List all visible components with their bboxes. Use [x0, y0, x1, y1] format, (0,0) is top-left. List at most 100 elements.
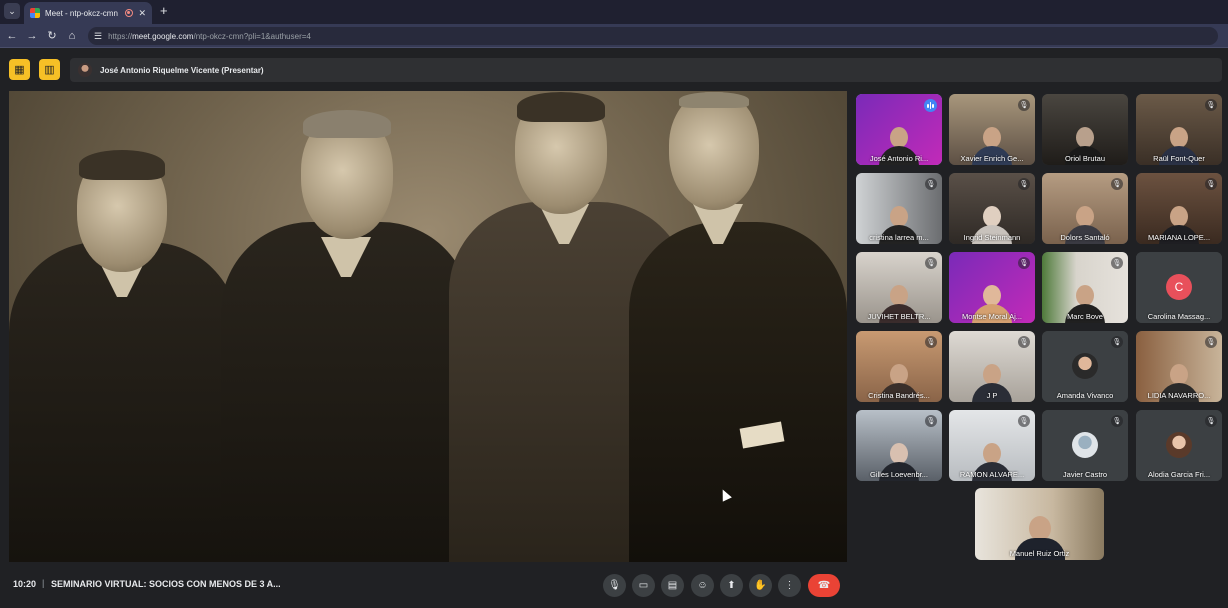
participant-tile[interactable]: Oriol Brutau [1042, 94, 1128, 165]
mic-off-icon: 🎙 [1205, 99, 1217, 111]
url-field[interactable]: ☰ https://meet.google.com/ntp-okcz-cmn?p… [88, 27, 1218, 45]
mic-button[interactable]: 🎙 [603, 574, 626, 597]
tab-title: Meet - ntp-okcz-cmn [45, 8, 118, 18]
new-tab-icon[interactable]: + [160, 3, 168, 19]
participant-name: Cristina Bandrés... [868, 391, 930, 400]
camera-icon: ▭ [638, 580, 649, 591]
participant-tile[interactable]: 🎙 Raül Font-Quer [1136, 94, 1222, 165]
mic-off-icon: 🎙 [1111, 336, 1123, 348]
participant-name: Carolina Massag... [1147, 312, 1211, 321]
mic-off-icon: 🎙 [1018, 257, 1030, 269]
participant-name: Gilles Loevenbr... [870, 470, 928, 479]
more-options-button[interactable]: ⋮ [778, 574, 801, 597]
mic-off-icon: 🎙 [1111, 178, 1123, 190]
shared-screen [9, 91, 847, 562]
end-call-button[interactable]: ☎ [808, 574, 840, 597]
participant-tile[interactable]: 🎙 cristina larrea m... [856, 173, 942, 244]
participant-tile[interactable]: 🎙 Xavier Enrich Ge... [949, 94, 1035, 165]
mic-off-icon: 🎙 [925, 257, 937, 269]
participant-name: Amanda Vivanco [1056, 391, 1114, 400]
participant-tile[interactable]: 🎙 Amanda Vivanco [1042, 331, 1128, 402]
browser-tab[interactable]: Meet - ntp-okcz-cmn ✕ [24, 2, 152, 24]
photo-figure [629, 92, 847, 562]
participant-tile[interactable]: 🎙 MARIANA LOPE... [1136, 173, 1222, 244]
url-text: https://meet.google.com/ntp-okcz-cmn?pli… [108, 31, 311, 41]
forward-icon[interactable]: → [25, 28, 39, 44]
close-tab-icon[interactable]: ✕ [138, 8, 146, 19]
meeting-time: 10:20 [13, 579, 37, 589]
present-icon: ⬆ [727, 580, 736, 591]
emoji-button[interactable]: ☺ [691, 574, 714, 597]
more-icon: ⋮ [784, 580, 795, 591]
participant-name: Raül Font-Quer [1153, 154, 1205, 163]
speaking-indicator-icon [924, 99, 937, 112]
captions-icon: ▤ [667, 580, 678, 591]
mic-off-icon: 🎙 [1018, 178, 1030, 190]
mic-off-icon: 🎙 [1018, 99, 1030, 111]
participant-name: Alodia Garcia Fri... [1147, 470, 1211, 479]
participant-name: Xavier Enrich Ge... [960, 154, 1024, 163]
participant-initial-avatar: C [1166, 274, 1192, 300]
participant-name: Javier Castro [1062, 470, 1108, 479]
address-bar: ← → ↻ ⌂ ☰ https://meet.google.com/ntp-ok… [0, 24, 1228, 48]
meeting-title: SEMINARIO VIRTUAL: SOCIOS CON MENOS DE 3… [51, 579, 281, 589]
participant-name: Ingrid Steinmann [963, 233, 1021, 242]
mic-icon: 🎙 [608, 580, 621, 591]
participant-tile[interactable]: 🎙 JUVIHET BELTR... [856, 252, 942, 323]
participant-tile[interactable]: 🎙 LIDIA NAVARRO... [1136, 331, 1222, 402]
participant-name: Marc Bove [1067, 312, 1103, 321]
presentation-layout-icon[interactable]: ▥ [39, 59, 60, 80]
stop-presenting-icon[interactable]: ▦ [9, 59, 30, 80]
participant-tile[interactable]: 🎙 Javier Castro [1042, 410, 1128, 481]
reload-icon[interactable]: ↻ [45, 28, 59, 44]
tab-search-icon[interactable]: ⌄ [4, 3, 20, 19]
participant-name: Montse Moral Aj... [961, 312, 1023, 321]
back-icon[interactable]: ← [5, 28, 19, 44]
participant-photo-avatar [1072, 432, 1098, 458]
captions-button[interactable]: ▤ [661, 574, 684, 597]
participant-name: MARIANA LOPE... [1147, 233, 1211, 242]
participant-tile[interactable]: 🎙 Cristina Bandrés... [856, 331, 942, 402]
participant-tile[interactable]: Manuel Ruiz Ortiz [975, 488, 1104, 560]
site-settings-icon[interactable]: ☰ [94, 31, 102, 42]
photo-figure [221, 102, 471, 562]
mic-off-icon: 🎙 [1111, 415, 1123, 427]
participant-name: Dolors Santaló [1060, 233, 1110, 242]
photo-figure [9, 122, 239, 562]
participant-tile[interactable]: 🎙 J P [949, 331, 1035, 402]
participant-tile[interactable]: 🎙 Dolors Santaló [1042, 173, 1128, 244]
raise-hand-icon: ✋ [754, 580, 767, 591]
participant-name: Manuel Ruiz Ortiz [1009, 549, 1070, 558]
participant-tile[interactable]: José Antonio Ri... [856, 94, 942, 165]
end-call-icon: ☎ [817, 580, 831, 591]
browser-tab-bar: ⌄ Meet - ntp-okcz-cmn ✕ + [0, 0, 1228, 24]
camera-button[interactable]: ▭ [632, 574, 655, 597]
mic-off-icon: 🎙 [1018, 415, 1030, 427]
meeting-bottom-bar: 10:20 | SEMINARIO VIRTUAL: SOCIOS CON ME… [0, 568, 1228, 608]
participant-tile[interactable]: 🎙 Marc Bove [1042, 252, 1128, 323]
participant-tile[interactable]: 🎙 RAMON ALVARE... [949, 410, 1035, 481]
participant-name: LIDIA NAVARRO... [1147, 391, 1211, 400]
mic-off-icon: 🎙 [1018, 336, 1030, 348]
participant-photo-avatar [1072, 353, 1098, 379]
participant-name: Oriol Brutau [1064, 154, 1106, 163]
participant-photo-avatar [1166, 432, 1192, 458]
emoji-icon: ☺ [697, 580, 708, 591]
participant-name: J P [986, 391, 998, 400]
present-button[interactable]: ⬆ [720, 574, 743, 597]
participant-tile[interactable]: C Carolina Massag... [1136, 252, 1222, 323]
participant-name: RAMON ALVARE... [959, 470, 1025, 479]
participant-tile[interactable]: 🎙 Alodia Garcia Fri... [1136, 410, 1222, 481]
participant-name: JUVIHET BELTR... [867, 312, 931, 321]
recording-icon [125, 9, 134, 17]
home-icon[interactable]: ⌂ [65, 28, 79, 44]
raise-hand-button[interactable]: ✋ [749, 574, 772, 597]
presenter-bar: José Antonio Riquelme Vicente (Presentar… [70, 58, 1222, 82]
participant-tile[interactable]: 🎙 Montse Moral Aj... [949, 252, 1035, 323]
meet-favicon-icon [30, 8, 40, 18]
participant-name: José Antonio Ri... [869, 154, 929, 163]
mic-off-icon: 🎙 [1111, 257, 1123, 269]
mic-off-icon: 🎙 [925, 178, 937, 190]
participant-tile[interactable]: 🎙 Ingrid Steinmann [949, 173, 1035, 244]
participant-tile[interactable]: 🎙 Gilles Loevenbr... [856, 410, 942, 481]
